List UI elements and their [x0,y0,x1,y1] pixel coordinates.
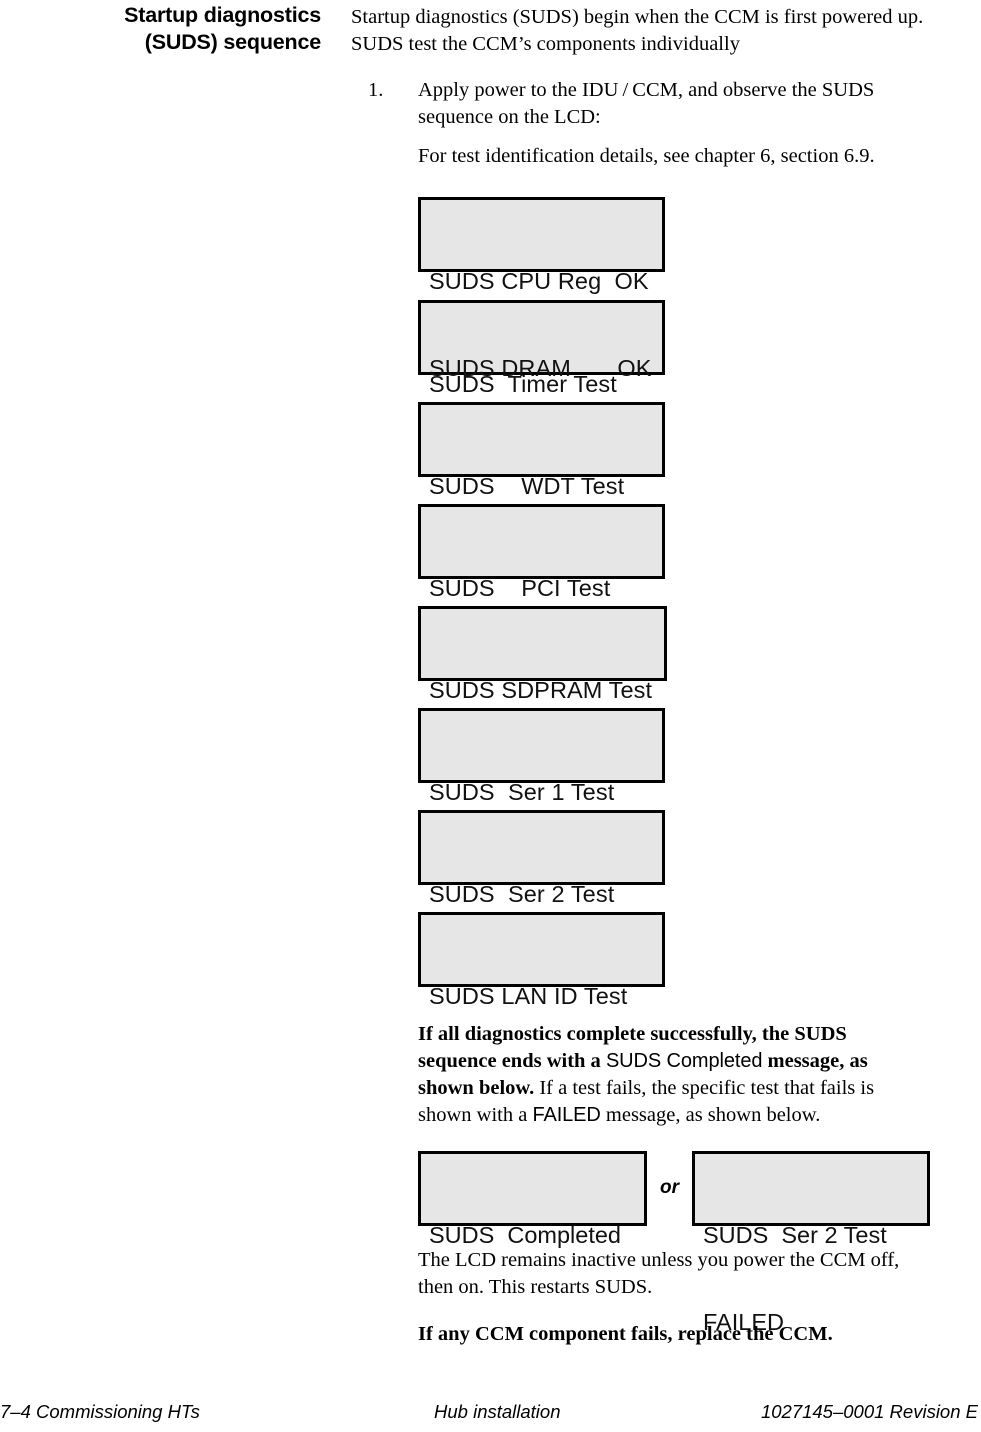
footer-left-text: 7–4 Commissioning HTs [0,1401,200,1422]
section-heading-line-2: (SUDS) sequence [144,30,321,54]
step-subtext: For test identification details, see cha… [418,145,875,167]
step-number: 1. [368,79,384,101]
section-heading: Startup diagnostics (SUDS) sequence [40,2,321,56]
lcd-line-1: SUDS CPU Reg OK [429,267,649,294]
explanation-lcd-failed: FAILED [532,1103,601,1126]
lcd-line-1: SUDS Ser 1 Test [429,778,615,805]
lcd-line-1: SUDS SDPRAM Test [429,676,653,703]
explanation-normal-tail: message, as shown below. [600,1103,821,1126]
lcd-display-suds-cpu-reg-dram: SUDS CPU Reg OK SUDS DRAM OK [418,196,665,381]
footer-right-text: 1027145–0001 Revision E [760,1401,978,1422]
section-heading-line-1: Startup diagnostics [124,3,321,27]
footer-center-text: Hub installation [434,1401,561,1422]
document-page: Startup diagnostics (SUDS) sequence Star… [0,0,981,1432]
intro-paragraph: Startup diagnostics (SUDS) begin when th… [351,6,924,55]
lcd-sequence-stack: SUDS CPU Reg OK SUDS DRAM OK SUDS Timer … [351,196,943,1009]
result-display-row: SUDS Completed or SUDS Ser 2 Test FAILED [351,1150,943,1335]
lcd-line-1: SUDS Completed [429,1221,621,1248]
lcd-line-1: SUDS PCI Test [429,574,611,601]
lcd-line-1: SUDS Ser 2 Test [429,880,615,907]
lcd-display-suds-completed: SUDS Completed [418,1150,647,1248]
lcd-line-1: SUDS Ser 2 Test [703,1221,887,1248]
or-separator-label: or [660,1177,679,1198]
body-column: Startup diagnostics (SUDS) begin when th… [351,0,943,1369]
page-footer: 7–4 Commissioning HTs Hub installation 1… [0,1398,981,1432]
explanation-paragraph: If all diagnostics complete successfully… [351,1021,918,1129]
numbered-step-1: 1. Apply power to the IDU / CCM, and obs… [351,77,939,170]
lcd-line-1: SUDS WDT Test [429,472,625,499]
explanation-lcd-completed: SUDS Completed [605,1049,763,1072]
lcd-display-suds-failed: SUDS Ser 2 Test FAILED [692,1150,930,1335]
lcd-line-1: SUDS LAN ID Test [429,982,628,1009]
step-text: Apply power to the IDU / CCM, and observ… [418,79,875,128]
